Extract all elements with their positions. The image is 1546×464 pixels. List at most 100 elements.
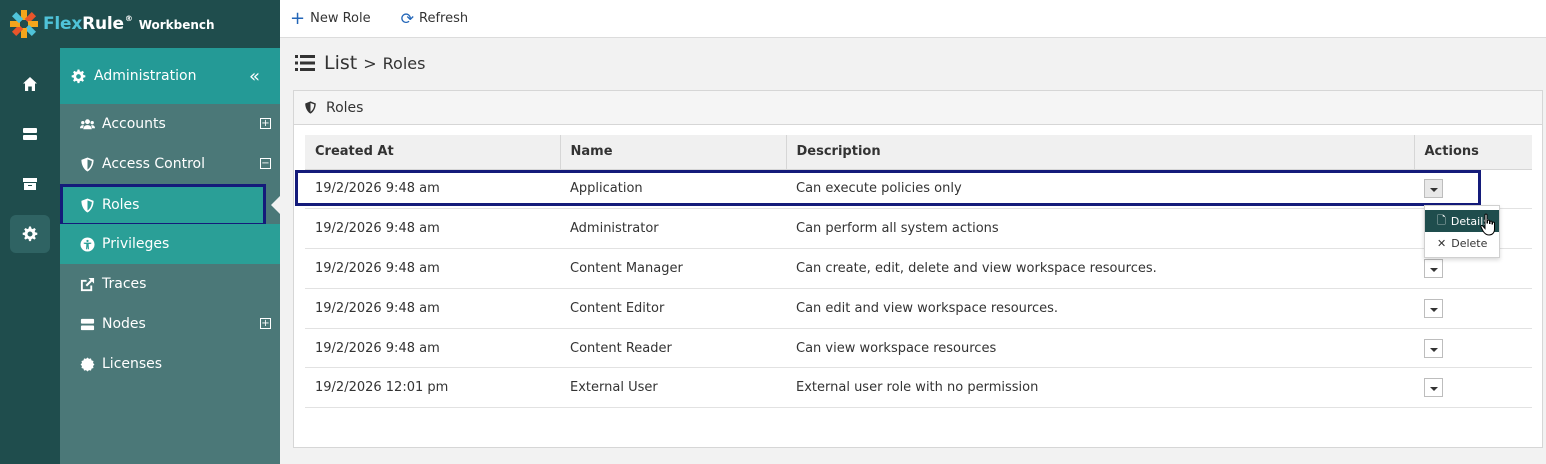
sidebar-item-label: Accounts [102, 116, 166, 132]
cell-description: Can execute policies only [786, 169, 1414, 210]
table-header-row: Created At Name Description Actions [305, 135, 1532, 170]
sidebar-item-traces[interactable]: Traces [60, 264, 280, 304]
actions-dropdown-button[interactable] [1424, 298, 1443, 318]
cell-name: Content Editor [560, 288, 786, 329]
table-row[interactable]: 19/2/2026 12:01 pm External User Externa… [305, 367, 1532, 409]
cell-actions [1414, 328, 1532, 369]
shield-icon [305, 101, 316, 114]
actions-dropdown-button[interactable] [1424, 179, 1443, 199]
cell-actions [1414, 367, 1532, 409]
column-header-created-at[interactable]: Created At [305, 135, 561, 170]
server-icon [23, 128, 37, 140]
certificate-icon [80, 356, 95, 372]
brand-name: FlexRule® [43, 14, 133, 34]
rail-settings-button[interactable] [10, 215, 50, 253]
sidebar-item-label: Privileges [102, 236, 170, 252]
shield-icon [81, 197, 94, 213]
file-icon: 🗋 [1437, 213, 1446, 227]
cell-created-at: 19/2/2026 9:48 am [305, 169, 560, 210]
table-row[interactable]: 19/2/2026 9:48 am Content Editor Can edi… [305, 288, 1532, 329]
collapse-icon[interactable]: − [260, 158, 271, 169]
brand-header: FlexRule® Workbench [0, 0, 280, 48]
table-row[interactable]: 19/2/2026 9:48 am Content Reader Can vie… [305, 328, 1532, 369]
cell-name: Administrator [560, 208, 786, 250]
selection-pointer [271, 196, 280, 214]
table-row[interactable]: 19/2/2026 9:48 am Application Can execut… [305, 169, 1532, 210]
cell-name: Application [560, 169, 786, 210]
brand-subtitle: Workbench [138, 18, 215, 32]
sidebar-item-label: Nodes [102, 316, 146, 332]
sidebar-item-licenses[interactable]: Licenses [60, 344, 280, 384]
collapse-sidebar-icon[interactable]: « [249, 66, 260, 87]
refresh-button[interactable]: ⟳ Refresh [400, 8, 469, 28]
cell-description: Can perform all system actions [786, 208, 1414, 250]
cell-created-at: 19/2/2026 12:01 pm [305, 367, 560, 409]
flexrule-logo-icon [10, 10, 38, 38]
toolbar: + New Role ⟳ Refresh [280, 0, 1546, 38]
rail-archive-button[interactable] [10, 165, 50, 203]
sidebar-item-roles[interactable]: Roles [60, 184, 266, 226]
cell-name: Content Manager [560, 248, 786, 289]
expand-icon[interactable]: + [260, 118, 271, 129]
breadcrumb-separator: > [363, 53, 377, 73]
refresh-icon: ⟳ [400, 8, 414, 28]
cell-description: Can view workspace resources [786, 328, 1414, 369]
server-icon [80, 318, 95, 330]
sidebar-item-access-control[interactable]: Access Control − [60, 144, 280, 184]
cell-description: External user role with no permission [786, 367, 1414, 409]
breadcrumb: List > Roles [295, 52, 425, 74]
breadcrumb-list[interactable]: List [324, 52, 357, 74]
actions-dropdown-button[interactable] [1424, 378, 1443, 398]
admin-sidebar: Administration « Accounts + Access Contr… [60, 48, 280, 464]
cell-created-at: 19/2/2026 9:48 am [305, 208, 560, 250]
expand-icon[interactable]: + [260, 318, 271, 329]
sidebar-item-nodes[interactable]: Nodes + [60, 304, 280, 344]
rail-servers-button[interactable] [10, 115, 50, 153]
archive-icon [23, 178, 37, 190]
sidebar-header-title: Administration [94, 68, 197, 84]
delete-label: Delete [1451, 236, 1488, 250]
sidebar-item-privileges[interactable]: Privileges [60, 224, 280, 264]
shield-icon [81, 156, 94, 172]
cell-created-at: 19/2/2026 9:48 am [305, 248, 560, 289]
sidebar-item-accounts[interactable]: Accounts + [60, 104, 280, 144]
panel-title: Roles [326, 99, 364, 116]
cell-description: Can edit and view workspace resources. [786, 288, 1414, 329]
sidebar-item-label: Roles [102, 197, 140, 213]
refresh-label: Refresh [419, 11, 469, 26]
gear-icon [71, 68, 86, 83]
plus-icon: + [290, 7, 306, 29]
rail-home-button[interactable] [10, 65, 50, 103]
actions-dropdown-button[interactable] [1424, 338, 1443, 358]
sidebar-item-label: Access Control [102, 156, 205, 172]
cell-actions [1414, 288, 1532, 329]
cell-created-at: 19/2/2026 9:48 am [305, 288, 560, 329]
gear-icon [22, 226, 38, 242]
actions-dropdown-button[interactable] [1424, 258, 1443, 278]
cell-description: Can create, edit, delete and view worksp… [786, 248, 1414, 289]
sidebar-item-label: Traces [102, 276, 147, 292]
panel-header: Roles [294, 91, 1542, 125]
external-link-icon [80, 277, 95, 291]
new-role-label: New Role [310, 11, 371, 26]
list-icon [295, 55, 315, 71]
cell-actions [1414, 169, 1532, 210]
new-role-button[interactable]: + New Role [290, 7, 371, 29]
column-header-actions: Actions [1414, 135, 1532, 170]
breadcrumb-current: Roles [382, 53, 426, 73]
roles-panel: Roles Created At Name Description Action… [293, 90, 1543, 448]
table-row[interactable]: 19/2/2026 9:48 am Administrator Can perf… [305, 208, 1532, 250]
close-icon: ✕ [1437, 236, 1447, 250]
cell-name: External User [560, 367, 786, 409]
column-header-name[interactable]: Name [560, 135, 787, 170]
icon-rail [0, 48, 60, 464]
cell-name: Content Reader [560, 328, 786, 369]
users-icon [80, 118, 95, 129]
hand-cursor-icon [1480, 213, 1495, 236]
column-header-description[interactable]: Description [786, 135, 1415, 170]
accessibility-icon [80, 236, 95, 252]
home-icon [23, 77, 37, 91]
table-row[interactable]: 19/2/2026 9:48 am Content Manager Can cr… [305, 248, 1532, 289]
sidebar-item-label: Licenses [102, 356, 163, 372]
cell-created-at: 19/2/2026 9:48 am [305, 328, 560, 369]
